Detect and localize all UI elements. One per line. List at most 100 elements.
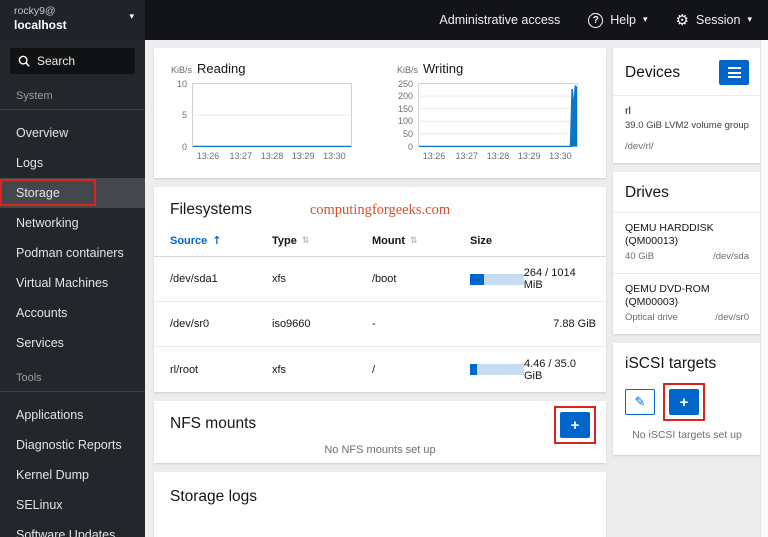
drives-title: Drives [625, 184, 669, 201]
reading-y-axis: 0 5 10 [176, 78, 187, 152]
table-row[interactable]: rl/root xfs / 4.46 / 35.0 GiB [154, 347, 606, 392]
cell-source: rl/root [170, 363, 199, 376]
device-description: 39.0 GiB LVM2 volume group [625, 120, 749, 131]
host-user: rocky9@ [14, 5, 56, 17]
cell-size: 4.46 / 35.0 GiB [470, 358, 596, 382]
list-item[interactable]: QEMU HARDDISK (QM00013) 40 GiB /dev/sda [613, 213, 761, 273]
device-name: rl [625, 105, 631, 117]
column-header-type[interactable]: Type ⇅ [272, 235, 372, 247]
chevron-down-icon: ▾ [643, 14, 648, 25]
writing-y-axis: 0 50 100 150 200 250 [397, 78, 413, 152]
cell-mount: / [372, 363, 376, 376]
reading-plot [192, 83, 352, 148]
sidebar-item-services[interactable]: Services [0, 328, 145, 358]
sort-icon: ⇅ [409, 235, 418, 246]
sort-icon: ⇅ [301, 235, 310, 246]
masthead: rocky9@ localhost ▾ Administrative acces… [0, 0, 768, 40]
column-header-size: Size [470, 234, 493, 247]
sidebar-item-accounts[interactable]: Accounts [0, 298, 145, 328]
drive-detail: 40 GiB [625, 251, 655, 262]
sidebar: System Overview Logs Storage Networking … [0, 40, 145, 537]
sidebar-item-software-updates[interactable]: Software Updates [0, 520, 145, 537]
scrollbar[interactable] [760, 40, 768, 537]
session-menu[interactable]: ⚙ Session ▾ [675, 10, 752, 29]
sidebar-item-podman-containers[interactable]: Podman containers [0, 238, 145, 268]
sidebar-item-applications[interactable]: Applications [0, 400, 145, 430]
devices-title: Devices [625, 63, 681, 81]
drive-path: /dev/sda [713, 251, 749, 262]
cockpit-screen: rocky9@ localhost ▾ Administrative acces… [0, 0, 768, 537]
list-item[interactable]: QEMU DVD-ROM (QM00003) Optical drive /de… [613, 273, 761, 334]
drive-name: QEMU DVD-ROM (QM00003) [625, 283, 710, 308]
sidebar-item-overview[interactable]: Overview [0, 118, 145, 148]
cell-size: 264 / 1014 MiB [470, 267, 596, 291]
table-row[interactable]: /dev/sr0 iso9660 - 7.88 GiB [154, 302, 606, 347]
iscsi-empty-state: No iSCSI targets set up [632, 429, 742, 441]
sidebar-item-storage[interactable]: Storage [0, 178, 145, 208]
sidebar-item-diagnostic-reports[interactable]: Diagnostic Reports [0, 430, 145, 460]
cell-type: xfs [272, 273, 287, 285]
storage-logs-title: Storage logs [170, 488, 258, 505]
column-header-mount[interactable]: Mount ⇅ [372, 235, 470, 247]
list-item[interactable]: rl 39.0 GiB LVM2 volume group /dev/rl/ [613, 96, 761, 163]
usage-bar [470, 273, 524, 285]
drive-name: QEMU HARDDISK (QM00013) [625, 222, 714, 247]
sidebar-search[interactable] [10, 48, 135, 74]
storage-logs-card: Storage logs [154, 472, 606, 537]
cell-type: xfs [272, 363, 287, 376]
reading-x-axis: 13:26 13:27 13:28 13:29 13:30 [196, 151, 346, 161]
drives-card: Drives QEMU HARDDISK (QM00013) 40 GiB /d… [613, 172, 761, 334]
question-circle-icon: ? [588, 12, 604, 28]
filesystems-title: Filesystems [170, 201, 252, 218]
sidebar-item-selinux[interactable]: SELinux [0, 490, 145, 520]
cell-source: /dev/sda1 [170, 273, 218, 285]
sidebar-item-networking[interactable]: Networking [0, 208, 145, 238]
sidebar-item-logs[interactable]: Logs [0, 148, 145, 178]
add-iscsi-target-button[interactable]: + [669, 389, 699, 415]
edit-iscsi-button[interactable]: ✎ [625, 389, 655, 415]
devices-card: Devices rl 39.0 GiB LVM2 volume group /d… [613, 48, 761, 163]
reading-chart-unit: KiB/s [170, 65, 192, 75]
host-switcher[interactable]: rocky9@ localhost ▾ [0, 0, 145, 40]
sidebar-item-virtual-machines[interactable]: Virtual Machines [0, 268, 145, 298]
help-menu[interactable]: ? Help ▾ [588, 12, 648, 28]
plus-icon: + [679, 393, 689, 411]
cell-size: 7.88 GiB [553, 318, 596, 330]
edit-icon: ✎ [634, 394, 646, 410]
main-content: KiB/s Reading 0 5 10 13:26 13:27 13:28 13:29 1… [145, 40, 768, 537]
nfs-mounts-card: NFS mounts + No NFS mounts set up [154, 401, 606, 463]
search-icon [18, 55, 30, 67]
nfs-mounts-title: NFS mounts [170, 415, 257, 432]
iscsi-targets-title: iSCSI targets [625, 355, 717, 372]
gear-icon: ⚙ [675, 10, 689, 29]
main-column: KiB/s Reading 0 5 10 13:26 13:27 13:28 13:29 1… [154, 48, 606, 537]
reading-chart: KiB/s Reading 0 5 10 13:26 13:27 13:28 13:29 1… [154, 61, 380, 178]
sort-ascending-icon: ↑ [212, 234, 222, 247]
chevron-down-icon: ▾ [747, 14, 752, 25]
add-nfs-mount-button[interactable]: + [560, 412, 590, 438]
reading-chart-title: Reading [197, 61, 246, 76]
administrative-access-button[interactable]: Administrative access [439, 13, 560, 27]
cell-mount: - [372, 318, 376, 330]
cell-mount: /boot [372, 273, 397, 285]
writing-chart-title: Writing [423, 61, 464, 76]
nav-section-system: System [0, 84, 145, 110]
filesystems-table-header: Source ↑ Type ⇅ Mount ⇅ Size [154, 234, 606, 257]
io-charts-card: KiB/s Reading 0 5 10 13:26 13:27 13:28 13:29 1… [154, 48, 606, 178]
menu-icon [727, 67, 741, 69]
table-row[interactable]: /dev/sda1 xfs /boot 264 / 1014 MiB [154, 257, 606, 302]
writing-chart: KiB/s Writing 0 50 100 150 200 250 13:26 13:27… [380, 61, 606, 178]
iscsi-targets-card: iSCSI targets ✎ + No iSCSI targets set u… [613, 343, 761, 455]
usage-bar [470, 364, 524, 375]
writing-chart-unit: KiB/s [396, 65, 418, 75]
search-input[interactable] [37, 54, 127, 68]
sidebar-item-kernel-dump[interactable]: Kernel Dump [0, 460, 145, 490]
side-column: Devices rl 39.0 GiB LVM2 volume group /d… [613, 48, 761, 537]
filesystems-card: Filesystems computingforgeeks.com Source… [154, 187, 606, 392]
masthead-actions: Administrative access ? Help ▾ ⚙ Session… [145, 0, 768, 40]
cell-type: iso9660 [272, 318, 311, 330]
column-header-source[interactable]: Source ↑ [170, 234, 272, 247]
annotation-box: + [663, 383, 705, 421]
devices-menu-button[interactable] [719, 60, 749, 85]
watermark: computingforgeeks.com [309, 202, 451, 218]
